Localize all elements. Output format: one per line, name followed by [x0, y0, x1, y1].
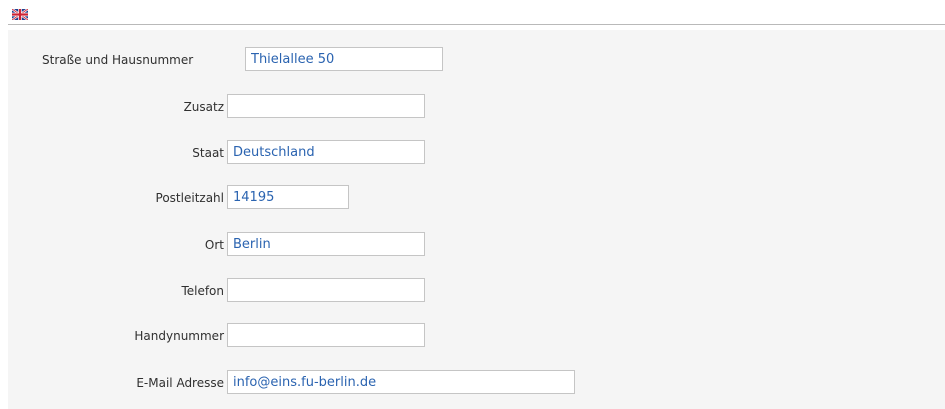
staat-label: Staat	[192, 146, 224, 160]
telefon-input[interactable]	[227, 278, 425, 302]
ort-input[interactable]	[227, 232, 425, 256]
zusatz-input[interactable]	[227, 94, 425, 118]
uk-flag-icon[interactable]	[12, 9, 28, 20]
email-input[interactable]	[227, 370, 575, 394]
zusatz-label: Zusatz	[183, 100, 224, 114]
strasse-label: Straße und Hausnummer	[42, 53, 194, 67]
handy-label: Handynummer	[134, 329, 224, 343]
handy-input[interactable]	[227, 323, 425, 347]
strasse-input[interactable]	[245, 47, 443, 71]
plz-label: Postleitzahl	[155, 191, 224, 205]
top-bar	[8, 0, 945, 25]
staat-input[interactable]	[227, 140, 425, 164]
telefon-label: Telefon	[181, 284, 224, 298]
plz-input[interactable]	[227, 185, 349, 209]
ort-label: Ort	[204, 238, 224, 252]
email-label: E-Mail Adresse	[136, 376, 224, 390]
address-form: Straße und Hausnummer Zusatz Staat Postl…	[8, 30, 945, 409]
